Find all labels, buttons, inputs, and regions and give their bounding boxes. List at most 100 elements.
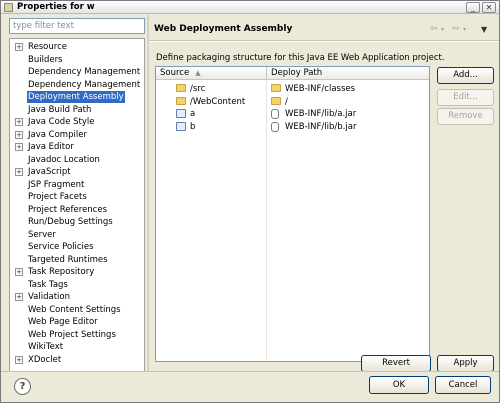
tree-item-label: Dependency Management	[28, 79, 141, 90]
add-button[interactable]: Add...	[437, 67, 494, 84]
tree-item-label: Web Page Editor	[28, 317, 98, 327]
page-title: Web Deployment Assembly	[154, 24, 293, 34]
expand-icon[interactable]: +	[15, 43, 23, 51]
forward-arrow-icon[interactable]: ⇨	[452, 24, 460, 34]
tree-item[interactable]: JSP Fragment	[12, 179, 142, 191]
pane-sash[interactable]	[147, 15, 149, 371]
tree-item-label: Run/Debug Settings	[28, 217, 113, 227]
tree-item[interactable]: + Java Compiler	[12, 129, 142, 141]
tree-item-label: JSP Fragment	[28, 179, 85, 190]
column-deploy-path-label: Deploy Path	[271, 68, 323, 78]
tree-item-label: Targeted Runtimes	[28, 254, 108, 265]
tree-item[interactable]: Task Tags	[12, 279, 142, 291]
apply-button[interactable]: Apply	[437, 355, 494, 372]
page-description: Define packaging structure for this Java…	[156, 53, 445, 63]
project-icon	[176, 121, 186, 131]
column-source-label: Source	[160, 68, 190, 78]
tree-item[interactable]: + JavaScript	[12, 166, 142, 178]
column-deploy-path[interactable]: Deploy Path	[267, 67, 429, 80]
filter-input[interactable]: type filter text	[9, 18, 145, 34]
page-header: Web Deployment Assembly ⇦ ▾ ⇨ ▾ ▼	[150, 15, 499, 41]
tree-item-label: Java Build Path	[28, 104, 92, 115]
right-pane: Web Deployment Assembly ⇦ ▾ ⇨ ▾ ▼ Define…	[150, 15, 499, 372]
tree-item[interactable]: Run/Debug Settings	[12, 216, 142, 228]
expand-icon[interactable]: +	[15, 143, 23, 151]
tree-item[interactable]: Server	[12, 229, 142, 241]
minimize-button[interactable]: _	[466, 2, 480, 13]
expand-icon[interactable]: +	[15, 168, 23, 176]
source-label: /src	[190, 84, 206, 94]
tree-item-label: Web Content Settings	[28, 304, 121, 315]
property-page-tree[interactable]: + Resource Builders Dependency Management De…	[9, 38, 145, 383]
table-row[interactable]: /WebContent /	[156, 96, 429, 108]
tree-item-label: JavaScript	[28, 167, 71, 177]
expand-icon[interactable]: +	[15, 130, 23, 139]
tree-item[interactable]: Web Project Settings	[12, 329, 142, 341]
tree-item[interactable]: + Java Code Style	[12, 116, 142, 128]
tree-item[interactable]: Dependency Management	[12, 79, 142, 91]
expand-icon[interactable]: +	[15, 268, 23, 276]
tree-item[interactable]: Deployment Assembly	[12, 91, 142, 103]
tree-item[interactable]: Javadoc Location	[12, 154, 142, 166]
close-button[interactable]: ✕	[482, 2, 496, 13]
tree-item-label: Project Facets	[28, 192, 87, 202]
tree-item[interactable]: WikiText	[12, 341, 142, 353]
tree-item[interactable]: + Task Repository	[12, 266, 142, 278]
tree-item-label: Resource	[28, 42, 67, 52]
source-label: /WebContent	[190, 96, 246, 107]
tree-item[interactable]: + Resource	[12, 41, 142, 53]
revert-button[interactable]: Revert	[361, 355, 431, 372]
expand-icon[interactable]: +	[15, 355, 23, 364]
jar-icon	[271, 121, 279, 132]
tree-item-label: Web Project Settings	[28, 329, 116, 340]
sort-ascending-icon: ▲	[195, 69, 201, 77]
tree-item[interactable]: Targeted Runtimes	[12, 254, 142, 266]
expand-icon[interactable]: +	[15, 293, 23, 301]
edit-button[interactable]: Edit...	[437, 89, 494, 106]
tree-item[interactable]: Builders	[12, 54, 142, 66]
tree-item-label: Project References	[28, 204, 108, 215]
remove-button[interactable]: Remove	[437, 108, 494, 125]
back-arrow-icon[interactable]: ⇦	[430, 24, 438, 34]
tree-item[interactable]: Web Page Editor	[12, 316, 142, 328]
tree-item-label: Validation	[28, 292, 70, 302]
tree-item[interactable]: Project References	[12, 204, 142, 216]
title-bar[interactable]: Properties for w _ ✕	[1, 1, 499, 14]
table-row[interactable]: a WEB-INF/lib/a.jar	[156, 108, 429, 120]
tree-item-label: Deployment Assembly	[27, 91, 125, 103]
cancel-button[interactable]: Cancel	[435, 376, 491, 394]
tree-item[interactable]: Service Policies	[12, 241, 142, 253]
table-row[interactable]: b WEB-INF/lib/b.jar	[156, 121, 429, 133]
deploy-path-label: WEB-INF/lib/a.jar	[285, 109, 357, 119]
jar-icon	[271, 109, 279, 119]
source-label: a	[190, 109, 196, 119]
assembly-table[interactable]: Source ▲ Deploy Path /src WEB-INF/classes /…	[155, 66, 430, 362]
left-pane: type filter text + Resource Builders Depend…	[9, 18, 145, 383]
column-source[interactable]: Source ▲	[156, 67, 267, 80]
tree-item[interactable]: + Java Editor	[12, 141, 142, 153]
folder-icon	[271, 84, 281, 92]
view-menu-icon[interactable]: ▼	[481, 25, 487, 34]
tree-item[interactable]: Project Facets	[12, 191, 142, 203]
tree-item-label: Java Code Style	[28, 117, 95, 127]
tree-item-label: Java Editor	[28, 142, 74, 152]
table-row[interactable]: /src WEB-INF/classes	[156, 83, 429, 95]
tree-item-label: WikiText	[28, 342, 64, 352]
ok-button[interactable]: OK	[369, 376, 429, 394]
forward-menu-icon[interactable]: ▾	[463, 26, 466, 33]
back-menu-icon[interactable]: ▾	[441, 26, 444, 33]
tree-item[interactable]: Java Build Path	[12, 104, 142, 116]
folder-icon	[176, 84, 186, 92]
tree-item-label: Service Policies	[28, 242, 94, 252]
deploy-path-label: /	[285, 96, 288, 107]
expand-icon[interactable]: +	[15, 118, 23, 126]
tree-item[interactable]: + XDoclet	[12, 354, 142, 366]
project-icon	[176, 109, 186, 118]
tree-item[interactable]: Dependency Management	[12, 66, 142, 78]
tree-item[interactable]: Web Content Settings	[12, 304, 142, 316]
folder-icon	[176, 96, 186, 105]
help-icon[interactable]: ?	[14, 378, 31, 395]
table-header: Source ▲ Deploy Path	[156, 67, 429, 80]
tree-item[interactable]: + Validation	[12, 291, 142, 303]
tree-item-label: Server	[28, 229, 56, 240]
